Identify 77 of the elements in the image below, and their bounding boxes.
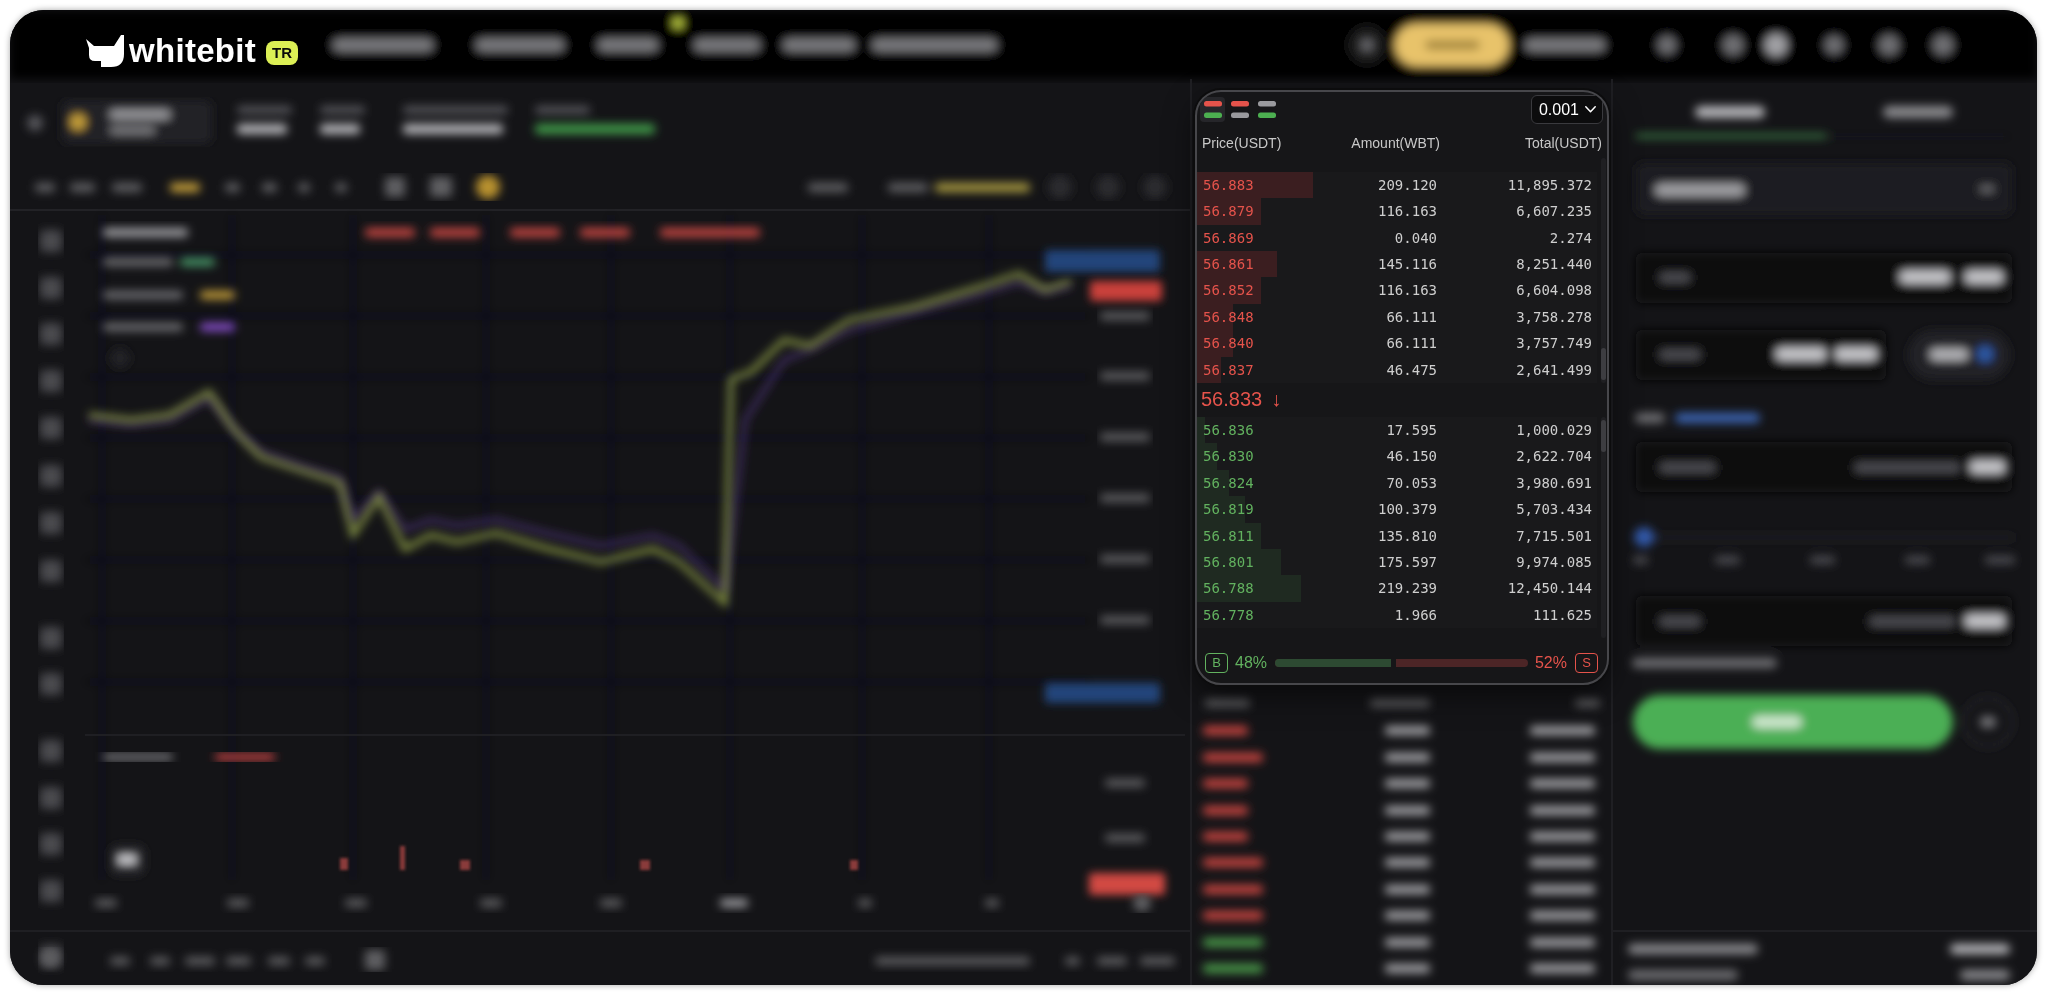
volume-bar <box>460 860 470 870</box>
ask-price: 56.840 <box>1203 334 1254 354</box>
last-price: 56.833 <box>1201 387 1263 411</box>
ask-total: 6,604.098 <box>1516 281 1592 301</box>
ask-price: 56.861 <box>1203 255 1254 275</box>
scrollbar-thumb[interactable] <box>1601 420 1606 452</box>
bid-total: 12,450.144 <box>1507 579 1592 599</box>
bid-amount: 70.053 <box>1386 473 1437 493</box>
bid-total: 2,622.704 <box>1516 447 1592 467</box>
bid-price: 56.830 <box>1203 447 1254 467</box>
stacked-bars-icon <box>1203 101 1222 118</box>
stacked-bars-icon <box>1230 101 1249 118</box>
bid-price: 56.811 <box>1203 526 1254 546</box>
scrollbar-track[interactable] <box>1601 158 1606 383</box>
bid-amount: 46.150 <box>1386 447 1437 467</box>
logo-wordmark: whitebit <box>129 33 257 69</box>
price-tag <box>1090 281 1162 301</box>
precision-dropdown[interactable]: 0.001 <box>1530 95 1603 124</box>
stacked-bars-icon <box>1257 101 1276 118</box>
volume-bar <box>340 858 348 870</box>
bid-total: 5,703.434 <box>1516 500 1592 520</box>
column-header: Price(USDT) <box>1202 134 1282 153</box>
bid-total: 7,715.501 <box>1516 526 1592 546</box>
column-header: Amount(WBT) <box>1351 134 1440 153</box>
ask-total: 2,641.499 <box>1516 360 1592 380</box>
bid-amount: 17.595 <box>1386 421 1437 440</box>
horned-head-icon <box>85 34 125 68</box>
column-header: Total(USDT) <box>1525 134 1602 153</box>
ask-price: 56.848 <box>1203 307 1254 327</box>
ask-total: 11,895.372 <box>1507 175 1592 195</box>
bid-amount: 1.966 <box>1394 605 1437 625</box>
bid-price: 56.801 <box>1203 552 1254 572</box>
ask-total: 3,758.278 <box>1516 307 1592 327</box>
ask-total: 3,757.749 <box>1516 334 1592 354</box>
volume-bar <box>850 860 858 870</box>
chevron-down-icon <box>1585 106 1596 113</box>
buy-percent: 48% <box>1235 653 1268 673</box>
bid-price: 56.824 <box>1203 473 1254 493</box>
ask-price: 56.869 <box>1203 228 1254 248</box>
ask-total: 2.274 <box>1549 228 1592 248</box>
ask-price: 56.883 <box>1203 175 1254 195</box>
volume-bar <box>640 860 650 870</box>
ask-price: 56.837 <box>1203 360 1254 380</box>
bid-price: 56.836 <box>1203 421 1254 440</box>
ask-amount: 145.116 <box>1378 255 1437 275</box>
ask-price: 56.852 <box>1203 281 1254 301</box>
ask-amount: 46.475 <box>1386 360 1437 380</box>
ask-amount: 116.163 <box>1378 202 1437 222</box>
scrollbar-track[interactable] <box>1601 417 1606 638</box>
ask-amount: 0.040 <box>1394 228 1437 248</box>
region-badge: TR <box>266 41 299 65</box>
price-direction-arrow: ↓ <box>1271 387 1282 411</box>
bid-price: 56.778 <box>1203 605 1254 625</box>
ask-amount: 209.120 <box>1378 175 1437 195</box>
bid-total: 1,000.029 <box>1516 421 1592 440</box>
bid-amount: 135.810 <box>1378 526 1437 546</box>
bid-total: 9,974.085 <box>1516 552 1592 572</box>
bid-price: 56.788 <box>1203 579 1254 599</box>
volume-bar <box>400 846 405 870</box>
ask-price: 56.879 <box>1203 202 1254 222</box>
scrollbar-thumb[interactable] <box>1601 348 1606 380</box>
ask-amount: 66.111 <box>1386 334 1437 354</box>
sell-label: S <box>1575 653 1598 673</box>
sell-percent: 52% <box>1534 653 1567 673</box>
bid-total: 111.625 <box>1533 605 1592 625</box>
bid-amount: 175.597 <box>1378 552 1437 572</box>
bid-amount: 219.239 <box>1378 579 1437 599</box>
ask-amount: 116.163 <box>1378 281 1437 301</box>
chart-logo-icon <box>110 845 145 875</box>
ask-total: 6,607.235 <box>1516 202 1592 222</box>
ask-amount: 66.111 <box>1386 307 1437 327</box>
bid-price: 56.819 <box>1203 500 1254 520</box>
book-view-button[interactable] <box>1200 97 1225 122</box>
ask-total: 8,251.440 <box>1516 255 1592 275</box>
bid-total: 3,980.691 <box>1516 473 1592 493</box>
buy-label: B <box>1205 653 1228 673</box>
bid-amount: 100.379 <box>1378 500 1437 520</box>
